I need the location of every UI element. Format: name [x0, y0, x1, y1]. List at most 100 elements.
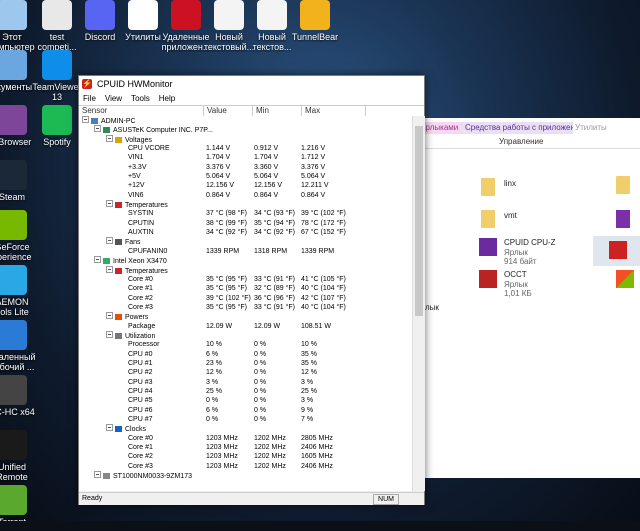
hwmonitor-window[interactable]: ⚡ CPUID HWMonitor File View Tools Help S…	[78, 75, 425, 505]
sensor-max: 67 °C (152 °F)	[301, 229, 346, 237]
sensor-min: 1.704 V	[254, 154, 279, 162]
tree-node[interactable]: Clocks	[79, 424, 412, 433]
sensor-row[interactable]: CPU #6 6 % 0 % 9 %	[79, 406, 412, 415]
collapse-icon[interactable]	[94, 256, 101, 264]
col-min[interactable]: Min	[253, 106, 302, 116]
sensor-row[interactable]: CPU #4 25 % 0 % 25 %	[79, 387, 412, 396]
collapse-icon[interactable]	[94, 471, 101, 479]
collapse-icon[interactable]	[82, 116, 89, 123]
sensor-row[interactable]: SYSTIN 37 °C (98 °F) 34 °C (93 °F) 39 °C (1…	[79, 209, 412, 218]
sensor-row[interactable]: Core #3 35 °C (95 °F) 33 °C (91 °F) 40 °C (…	[79, 303, 412, 312]
vertical-scrollbar[interactable]	[412, 116, 425, 491]
sensor-tree[interactable]: ADMIN-PC ASUSTeK Computer INC. P7P... Volt…	[79, 116, 412, 491]
selected-file-highlight[interactable]	[593, 236, 640, 266]
tree-node[interactable]: Voltages	[79, 134, 412, 144]
desktop-icon[interactable]: AEMONools Lite	[0, 265, 42, 317]
tree-node[interactable]: Fans	[79, 237, 412, 246]
sensor-row[interactable]: CPU #7 0 % 0 % 7 %	[79, 415, 412, 424]
sensor-row[interactable]: Core #2 39 °C (102 °F) 36 °C (96 °F) 42 °C …	[79, 294, 412, 303]
sensor-row[interactable]: VIN1 1.704 V 1.704 V 1.712 V	[79, 153, 412, 162]
desktop-icon-label: TunnelBear	[291, 32, 339, 42]
sensor-row[interactable]: Processor 10 % 0 % 10 %	[79, 340, 412, 349]
sensor-name: CPU #6	[128, 406, 153, 415]
sensor-max: 35 %	[301, 359, 317, 367]
explorer-window[interactable]: с ярлыками Средства работы с приложениям…	[410, 118, 640, 478]
status-bar: Ready NUM	[79, 492, 424, 505]
menu-view[interactable]: View	[101, 92, 127, 105]
sensor-row[interactable]: VIN6 0.864 V 0.864 V 0.864 V	[79, 191, 412, 200]
sensor-row[interactable]: CPUTIN 38 °C (99 °F) 35 °C (94 °F) 78 °C (1…	[79, 219, 412, 228]
sensor-row[interactable]: Core #0 1203 MHz 1202 MHz 2805 MHz	[79, 434, 412, 443]
tab-app-tools[interactable]: Средства работы с приложениями	[461, 122, 573, 134]
sensor-name: CPU #2	[128, 368, 153, 377]
tab-utilities[interactable]: Утилиты	[575, 122, 607, 134]
sensor-row[interactable]: Core #3 1203 MHz 1202 MHz 2406 MHz	[79, 462, 412, 471]
tree-node[interactable]: ST1000NM0033-9ZM173	[79, 471, 412, 480]
collapse-icon[interactable]	[106, 330, 113, 338]
app-icon	[0, 430, 27, 460]
tree-node[interactable]: Temperatures	[79, 265, 412, 275]
sensor-row[interactable]: Package 12.09 W 12.09 W 108.51 W	[79, 322, 412, 331]
sensor-max: 35 %	[301, 350, 317, 358]
sensor-row[interactable]: Core #2 1203 MHz 1202 MHz 1605 MHz	[79, 452, 412, 461]
sensor-label: CPU #1	[128, 359, 153, 367]
app-icon	[171, 0, 201, 30]
sensor-row[interactable]: CPU #1 23 % 0 % 35 %	[79, 359, 412, 368]
collapse-icon[interactable]	[106, 265, 113, 273]
desktop-icon[interactable]: GeForcexperience	[0, 210, 42, 262]
sensor-min: 1202 MHz	[254, 453, 286, 461]
sensor-row[interactable]: +5V 5.064 V 5.064 V 5.064 V	[79, 172, 412, 181]
desktop-icon[interactable]: PC-HC x64	[0, 375, 42, 417]
sensor-row[interactable]: +3.3V 3.376 V 3.360 V 3.376 V	[79, 163, 412, 172]
scrollbar-thumb[interactable]	[415, 126, 423, 316]
tree-node[interactable]: ADMIN-PC	[79, 116, 412, 125]
sensor-name: ST1000NM0033-9ZM173	[94, 471, 192, 481]
menu-tools[interactable]: Tools	[127, 92, 155, 105]
sensor-value: 6 %	[206, 406, 219, 414]
sensor-name: VIN1	[128, 153, 144, 162]
collapse-icon[interactable]	[106, 134, 113, 142]
sensor-row[interactable]: Core #1 35 °C (95 °F) 32 °C (89 °F) 40 °C (…	[79, 284, 412, 293]
desktop-icon[interactable]: TunnelBear	[285, 0, 345, 42]
sensor-row[interactable]: Core #1 1203 MHz 1202 MHz 2406 MHz	[79, 443, 412, 452]
collapse-icon[interactable]	[106, 424, 113, 432]
sensor-row[interactable]: Core #0 35 °C (95 °F) 33 °C (91 °F) 41 °C (…	[79, 275, 412, 284]
sensor-name: +5V	[128, 172, 141, 181]
menu-help[interactable]: Help	[155, 92, 180, 105]
sensor-row[interactable]: CPU #0 6 % 0 % 35 %	[79, 350, 412, 359]
desktop-icon[interactable]: UnifiedRemote	[0, 430, 42, 482]
sensor-row[interactable]: CPU #3 3 % 0 % 3 %	[79, 378, 412, 387]
title-bar[interactable]: ⚡ CPUID HWMonitor	[79, 76, 424, 92]
col-max[interactable]: Max	[302, 106, 366, 116]
sensor-value: 0 %	[206, 397, 219, 405]
sensor-row[interactable]: CPU #5 0 % 0 % 3 %	[79, 396, 412, 405]
sensor-max: 1.712 V	[301, 154, 326, 162]
sensor-row[interactable]: CPU #2 12 % 0 % 12 %	[79, 368, 412, 377]
sensor-min: 1202 MHz	[254, 462, 286, 470]
col-sensor[interactable]: Sensor	[79, 106, 204, 116]
app-icon	[42, 0, 72, 30]
collapse-icon[interactable]	[106, 312, 113, 320]
tree-node[interactable]: Temperatures	[79, 200, 412, 209]
desktop-icon[interactable]: Удаленныйрабочий ...	[0, 320, 42, 372]
tree-node[interactable]: Powers	[79, 312, 412, 321]
col-value[interactable]: Value	[204, 106, 253, 116]
collapse-icon[interactable]	[94, 125, 101, 133]
sensor-row[interactable]: AUXTIN 34 °C (92 °F) 34 °C (92 °F) 67 °C (1…	[79, 228, 412, 237]
tree-node[interactable]: Intel Xeon X3470	[79, 256, 412, 265]
collapse-icon[interactable]	[106, 237, 113, 245]
tree-node[interactable]: ASUSTeK Computer INC. P7P...	[79, 125, 412, 134]
temp-icon	[115, 202, 122, 209]
desktop-icon[interactable]: Steam	[0, 160, 42, 202]
sensor-row[interactable]: CPU VCORE 1.144 V 0.912 V 1.216 V	[79, 144, 412, 153]
sensor-value: 1203 MHz	[206, 462, 238, 470]
tree-node[interactable]: Utilization	[79, 330, 412, 340]
sensor-row[interactable]: +12V 12.156 V 12.156 V 12.211 V	[79, 181, 412, 190]
manage-tab[interactable]: Управление	[499, 137, 543, 146]
sensor-min: 0 %	[254, 350, 267, 358]
sensor-min: 5.064 V	[254, 173, 279, 181]
sensor-value: 34 °C (92 °F)	[206, 229, 247, 237]
sensor-row[interactable]: CPUFANIN0 1339 RPM 1318 RPM 1339 RPM	[79, 247, 412, 256]
menu-file[interactable]: File	[79, 92, 101, 105]
collapse-icon[interactable]	[106, 200, 113, 208]
